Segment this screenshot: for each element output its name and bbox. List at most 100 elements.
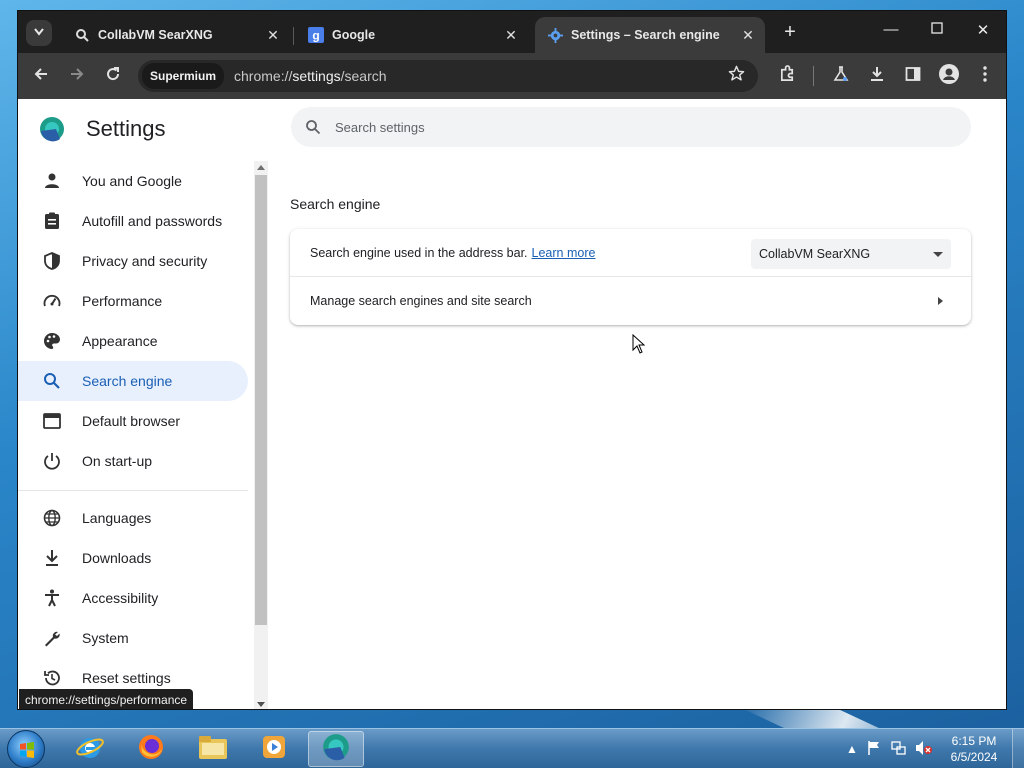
searxng-icon [74, 27, 90, 43]
google-icon: g [308, 27, 324, 43]
status-url-bubble: chrome://settings/performance [19, 689, 194, 709]
sidebar-item-downloads[interactable]: Downloads [18, 538, 248, 578]
new-tab-button[interactable]: + [778, 21, 802, 44]
download-icon [869, 66, 885, 87]
profile-button[interactable] [938, 63, 960, 89]
sidebar-item-search-engine[interactable]: Search engine [18, 361, 248, 401]
chevron-right-icon [938, 297, 943, 305]
show-hidden-icons-button[interactable]: ▲ [846, 742, 858, 756]
sidebar-item-languages[interactable]: Languages [18, 498, 248, 538]
sidebar-item-label: Search engine [82, 373, 173, 389]
chevron-down-icon [34, 27, 44, 39]
sidebar-item-label: Performance [82, 293, 163, 309]
close-icon[interactable]: ✕ [500, 27, 522, 44]
close-window-button[interactable]: ✕ [968, 21, 998, 39]
plus-icon: + [784, 21, 796, 43]
sidebar-item-on-startup[interactable]: On start-up [18, 441, 248, 481]
file-explorer-icon [197, 733, 229, 766]
profile-chip[interactable]: Supermium [142, 63, 225, 89]
tab-title: CollabVM SearXNG [98, 28, 213, 42]
sidebar-item-label: On start-up [82, 453, 153, 469]
scroll-down-arrow-icon[interactable] [257, 702, 265, 707]
network-icon[interactable] [891, 740, 907, 759]
search-icon [42, 371, 62, 391]
back-button[interactable] [30, 65, 52, 87]
svg-text:g: g [312, 29, 319, 43]
volume-muted-icon[interactable] [915, 740, 933, 759]
sidebar-item-label: Default browser [82, 413, 181, 429]
tab-bar: CollabVM SearXNG ✕ g Google ✕ Settings –… [18, 11, 1006, 53]
learn-more-link[interactable]: Learn more [532, 246, 596, 260]
manage-search-engines-label: Manage search engines and site search [310, 294, 532, 308]
side-panel-button[interactable] [902, 65, 924, 87]
sidebar-item-appearance[interactable]: Appearance [18, 321, 248, 361]
taskbar-internet-explorer[interactable] [62, 731, 118, 767]
download-icon [42, 548, 62, 568]
close-icon[interactable]: ✕ [262, 27, 284, 44]
action-center-flag-icon[interactable] [867, 740, 881, 759]
power-icon [42, 451, 62, 471]
puzzle-icon [779, 65, 796, 87]
labs-button[interactable] [830, 65, 852, 87]
star-icon [728, 65, 745, 87]
tab-title: Google [332, 28, 376, 42]
clipboard-icon [42, 211, 62, 231]
forward-button[interactable] [66, 65, 88, 87]
start-button[interactable] [7, 730, 45, 768]
sidebar-item-accessibility[interactable]: Accessibility [18, 578, 248, 618]
scroll-up-arrow-icon[interactable] [257, 165, 265, 170]
selected-search-engine: CollabVM SearXNG [759, 247, 871, 261]
sidebar-item-label: System [82, 630, 129, 646]
show-desktop-button[interactable] [1012, 729, 1024, 768]
downloads-button[interactable] [866, 65, 888, 87]
sidebar-scrollbar[interactable] [254, 161, 268, 709]
media-player-icon [260, 733, 288, 766]
sidebar-item-label: You and Google [82, 173, 182, 189]
maximize-button[interactable] [922, 21, 952, 38]
sidebar-item-autofill[interactable]: Autofill and passwords [18, 201, 248, 241]
sidebar-item-performance[interactable]: Performance [18, 281, 248, 321]
tab-settings[interactable]: Settings – Search engine ✕ [535, 17, 765, 53]
browser-toolbar: Supermium chrome://settings/search [18, 53, 1006, 99]
taskbar-firefox[interactable] [123, 731, 179, 767]
taskbar-supermium[interactable] [308, 731, 364, 767]
sidebar-divider [18, 490, 248, 491]
browser-window: CollabVM SearXNG ✕ g Google ✕ Settings –… [17, 10, 1007, 710]
avatar-icon [939, 63, 959, 89]
sidebar-item-system[interactable]: System [18, 618, 248, 658]
sidebar-item-default-browser[interactable]: Default browser [18, 401, 248, 441]
tab-search-button[interactable] [26, 20, 52, 46]
sidebar-item-label: Languages [82, 510, 152, 526]
sidebar-item-you-and-google[interactable]: You and Google [18, 161, 248, 201]
sidebar-item-label: Accessibility [82, 590, 159, 606]
search-engine-select[interactable]: CollabVM SearXNG [751, 239, 951, 269]
tab-google[interactable]: g Google ✕ [296, 17, 528, 53]
reload-button[interactable] [102, 65, 124, 87]
manage-search-engines-row[interactable]: Manage search engines and site search [290, 277, 971, 325]
history-icon [42, 668, 62, 688]
shield-icon [42, 251, 62, 271]
menu-button[interactable] [974, 65, 996, 87]
taskbar-clock[interactable]: 6:15 PM 6/5/2024 [948, 733, 1000, 765]
taskbar-media-player[interactable] [246, 731, 302, 767]
accessibility-icon [42, 588, 62, 608]
settings-page: Settings You and Google Autofill and pas… [18, 99, 1006, 709]
minimize-icon: — [883, 21, 899, 38]
close-icon[interactable]: ✕ [737, 27, 759, 44]
tab-title: Settings – Search engine [571, 28, 720, 42]
taskbar-file-explorer[interactable] [185, 731, 241, 767]
bookmark-star-button[interactable] [725, 65, 747, 87]
extensions-button[interactable] [776, 65, 798, 87]
address-bar[interactable]: Supermium chrome://settings/search [138, 60, 758, 92]
sidebar-item-privacy[interactable]: Privacy and security [18, 241, 248, 281]
tab-collabvm-searxng[interactable]: CollabVM SearXNG ✕ [62, 17, 290, 53]
mouse-cursor-icon [632, 333, 646, 359]
scrollbar-thumb[interactable] [255, 175, 267, 625]
url-text: chrome://settings/search [234, 68, 387, 84]
search-settings-box[interactable] [291, 107, 971, 147]
sidebar-item-label: Autofill and passwords [82, 213, 223, 229]
dropdown-caret-icon [933, 251, 943, 257]
search-settings-input[interactable] [335, 119, 895, 135]
minimize-button[interactable]: — [876, 21, 906, 38]
clock-date: 6/5/2024 [950, 750, 998, 764]
